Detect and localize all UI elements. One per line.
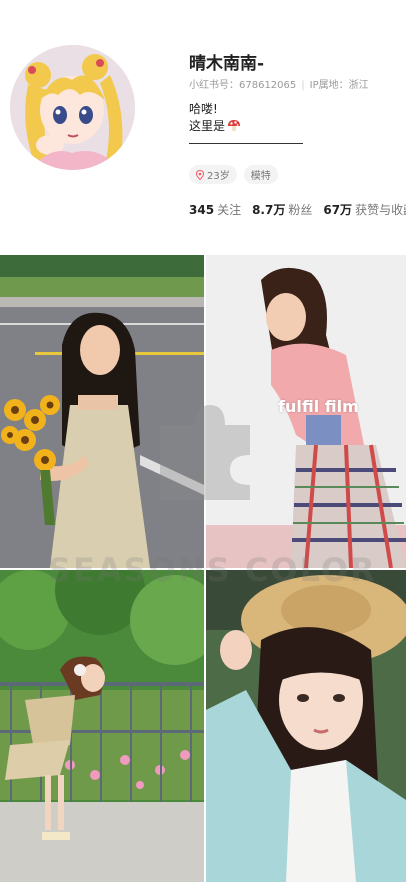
photo-grid: fulfil film SEASONS COLOR — [0, 255, 406, 882]
profile-name: 晴木南南- — [189, 54, 265, 74]
bio-line-2: 这里是 — [189, 118, 241, 135]
tag-profession-label: 模特 — [250, 171, 271, 182]
stat-likes-label: 获赞与收藏 — [355, 203, 406, 217]
film-label: fulfil film — [278, 397, 359, 416]
divider: | — [301, 80, 305, 91]
stat-following-value: 345 — [189, 203, 215, 217]
photo-sunflower-girl[interactable] — [0, 255, 204, 568]
photo-park-railing[interactable] — [0, 570, 204, 882]
bio-divider — [189, 143, 303, 144]
stat-following-label: 关注 — [217, 203, 242, 217]
profile-tags: 23岁 模特 — [189, 165, 278, 184]
account-id: 小红书号：678612065 — [189, 80, 297, 91]
avatar[interactable] — [10, 45, 135, 170]
stat-likes[interactable]: 67万获赞与收藏 — [323, 201, 406, 218]
cartoon-avatar-icon — [10, 45, 135, 170]
photo-image — [0, 255, 204, 568]
profile-stats: 345关注 8.7万粉丝 67万获赞与收藏 — [189, 201, 406, 218]
photo-straw-hat[interactable] — [206, 570, 406, 882]
stat-likes-value: 67万 — [323, 203, 353, 217]
tag-age[interactable]: 23岁 — [189, 165, 237, 184]
photo-plaid-skirt[interactable]: fulfil film — [206, 255, 406, 568]
ip-location: IP属地：浙江 — [309, 80, 369, 91]
profile-ids: 小红书号：678612065 | IP属地：浙江 — [189, 76, 369, 91]
profile-bio: 哈喽! 这里是 — [189, 101, 241, 135]
bio-line-1: 哈喽! — [189, 102, 218, 116]
tag-age-label: 23岁 — [207, 171, 230, 182]
tag-profession[interactable]: 模特 — [243, 165, 278, 184]
mushroom-icon — [228, 120, 241, 131]
stat-followers-value: 8.7万 — [252, 203, 286, 217]
profile-header: 晴木南南- 小红书号：678612065 | IP属地：浙江 哈喽! 这里是 23岁… — [0, 0, 406, 250]
photo-image — [0, 570, 204, 882]
stat-following[interactable]: 345 关注 — [189, 201, 241, 218]
stat-followers-label: 粉丝 — [288, 203, 313, 217]
stat-followers[interactable]: 8.7万 粉丝 — [252, 201, 312, 218]
photo-image — [206, 570, 406, 882]
location-pin-icon — [196, 169, 204, 180]
